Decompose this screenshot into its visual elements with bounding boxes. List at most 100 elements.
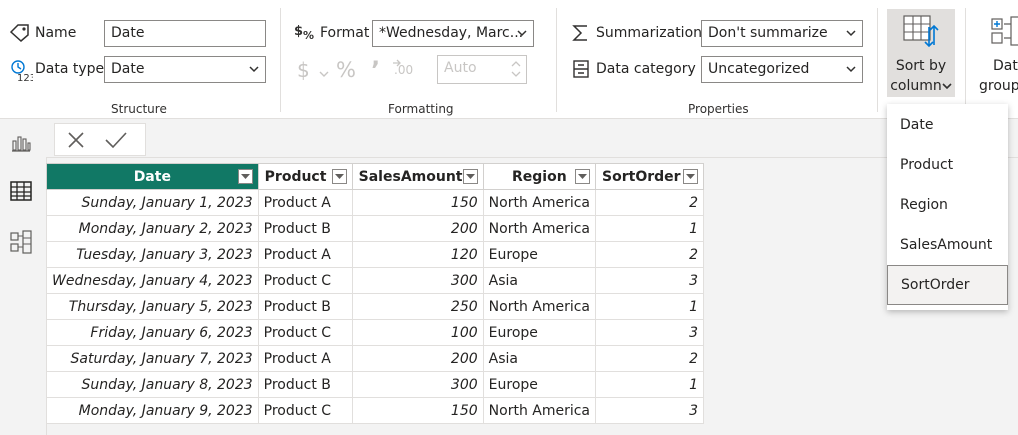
decimal-places-icon[interactable]: .00 xyxy=(391,58,415,82)
cell-product[interactable]: Product C xyxy=(257,397,353,424)
cell-sortorder[interactable]: 3 xyxy=(595,319,705,346)
currency-button[interactable]: $ xyxy=(297,58,310,82)
sort-menu-item-product[interactable]: Product xyxy=(887,146,1008,186)
cell-date[interactable]: Thursday, January 5, 2023 xyxy=(46,293,259,320)
cell-date[interactable]: Monday, January 2, 2023 xyxy=(46,215,259,242)
cell-salesamount[interactable]: 150 xyxy=(351,397,484,424)
tag-icon xyxy=(9,24,30,46)
cell-sortorder[interactable]: 1 xyxy=(595,215,705,242)
commit-check-icon[interactable] xyxy=(104,130,128,154)
table-row: Wednesday, January 4, 2023 Product C 300 As… xyxy=(46,267,705,294)
table-row: Sunday, January 8, 2023 Product B 300 Europ… xyxy=(46,371,705,398)
report-view-icon[interactable] xyxy=(10,133,32,157)
cell-salesamount[interactable]: 300 xyxy=(351,371,484,398)
category-select[interactable]: Uncategorized xyxy=(701,56,863,83)
table-row: Monday, January 9, 2023 Product C 150 North… xyxy=(46,397,705,424)
chevron-down-icon xyxy=(517,30,527,37)
decimal-places-label: .00 xyxy=(394,63,414,77)
cell-sortorder[interactable]: 2 xyxy=(595,241,705,268)
cell-product[interactable]: Product B xyxy=(257,371,353,398)
cell-date[interactable]: Monday, January 9, 2023 xyxy=(46,397,259,424)
cell-region[interactable]: Europe xyxy=(482,371,597,398)
filter-dropdown-icon[interactable] xyxy=(462,169,478,184)
cell-product[interactable]: Product A xyxy=(257,345,353,372)
cell-salesamount[interactable]: 200 xyxy=(351,345,484,372)
sort-menu-item-date[interactable]: Date xyxy=(887,106,1008,146)
cancel-x-icon[interactable] xyxy=(66,130,86,154)
sort-menu-item-sortorder[interactable]: SortOrder xyxy=(887,265,1008,305)
column-header-product[interactable]: Product xyxy=(257,163,353,190)
filter-dropdown-icon[interactable] xyxy=(331,169,347,184)
cell-salesamount[interactable]: 300 xyxy=(351,267,484,294)
formula-buttons xyxy=(54,123,146,156)
cell-date[interactable]: Saturday, January 7, 2023 xyxy=(46,345,259,372)
model-view-icon[interactable] xyxy=(9,230,33,258)
formatting-group-title: Formatting xyxy=(388,102,454,116)
sort-menu-item-salesamount[interactable]: SalesAmount xyxy=(887,226,1008,266)
filter-dropdown-icon[interactable] xyxy=(237,169,253,184)
cell-sortorder[interactable]: 1 xyxy=(595,371,705,398)
cell-sortorder[interactable]: 2 xyxy=(595,345,705,372)
group-divider xyxy=(877,8,878,112)
column-header-label: Date xyxy=(133,168,171,185)
cell-date[interactable]: Sunday, January 1, 2023 xyxy=(46,189,259,216)
datatype-select[interactable]: Date xyxy=(104,56,266,83)
table-row: Tuesday, January 3, 2023 Product A 120 Euro… xyxy=(46,241,705,268)
format-value: *Wednesday, Marc... xyxy=(379,25,524,41)
cell-product[interactable]: Product B xyxy=(257,293,353,320)
cell-date[interactable]: Wednesday, January 4, 2023 xyxy=(46,267,259,294)
chevron-down-icon[interactable] xyxy=(319,66,329,82)
cell-salesamount[interactable]: 250 xyxy=(351,293,484,320)
name-input[interactable]: Date xyxy=(104,20,266,47)
filter-dropdown-icon[interactable] xyxy=(575,169,591,184)
cell-region[interactable]: North America xyxy=(482,189,597,216)
category-value: Uncategorized xyxy=(708,61,810,77)
column-header-region[interactable]: Region xyxy=(482,163,597,190)
comma-style-button[interactable]: ’ xyxy=(371,56,380,84)
cell-product[interactable]: Product C xyxy=(257,319,353,346)
data-groups-button[interactable]: Dat group xyxy=(975,9,1018,109)
cell-salesamount[interactable]: 100 xyxy=(351,319,484,346)
column-header-sortorder[interactable]: SortOrder xyxy=(595,163,705,190)
cell-product[interactable]: Product C xyxy=(257,267,353,294)
format-select[interactable]: *Wednesday, Marc... xyxy=(372,20,534,47)
cell-salesamount[interactable]: 150 xyxy=(351,189,484,216)
cell-sortorder[interactable]: 1 xyxy=(595,293,705,320)
percent-button[interactable]: % xyxy=(336,58,356,82)
sort-menu-item-region[interactable]: Region xyxy=(887,186,1008,226)
cell-sortorder[interactable]: 2 xyxy=(595,189,705,216)
name-label: Name xyxy=(35,25,77,41)
cell-region[interactable]: Europe xyxy=(482,319,597,346)
cell-region[interactable]: North America xyxy=(482,293,597,320)
cell-sortorder[interactable]: 3 xyxy=(595,397,705,424)
summarization-select[interactable]: Don't summarize xyxy=(701,20,863,47)
column-header-date[interactable]: Date xyxy=(46,163,259,190)
cell-salesamount[interactable]: 120 xyxy=(351,241,484,268)
cell-region[interactable]: North America xyxy=(482,397,597,424)
cell-date[interactable]: Tuesday, January 3, 2023 xyxy=(46,241,259,268)
cell-sortorder[interactable]: 3 xyxy=(595,267,705,294)
cell-product[interactable]: Product A xyxy=(257,189,353,216)
datatype-label: Data type xyxy=(35,61,105,77)
svg-text:123: 123 xyxy=(17,73,33,82)
number-123-icon: 123 xyxy=(9,58,36,86)
cell-product[interactable]: Product B xyxy=(257,215,353,242)
spinner-arrows-icon xyxy=(511,61,521,77)
decimal-places-spinner[interactable]: Auto xyxy=(437,55,527,84)
sort-by-column-button[interactable]: Sort by column xyxy=(887,9,955,97)
cell-region[interactable]: Asia xyxy=(482,345,597,372)
column-header-salesamount[interactable]: SalesAmount xyxy=(351,163,484,190)
filter-dropdown-icon[interactable] xyxy=(683,169,699,184)
table-view-icon[interactable] xyxy=(10,181,32,205)
cell-region[interactable]: North America xyxy=(482,215,597,242)
cell-product[interactable]: Product A xyxy=(257,241,353,268)
chevron-down-icon xyxy=(846,66,856,73)
summarization-value: Don't summarize xyxy=(708,25,828,41)
cell-date[interactable]: Friday, January 6, 2023 xyxy=(46,319,259,346)
cell-region[interactable]: Europe xyxy=(482,241,597,268)
group-divider xyxy=(965,8,966,112)
cell-date[interactable]: Sunday, January 8, 2023 xyxy=(46,371,259,398)
cell-salesamount[interactable]: 200 xyxy=(351,215,484,242)
cell-region[interactable]: Asia xyxy=(482,267,597,294)
sort-by-line2: column xyxy=(890,78,942,94)
